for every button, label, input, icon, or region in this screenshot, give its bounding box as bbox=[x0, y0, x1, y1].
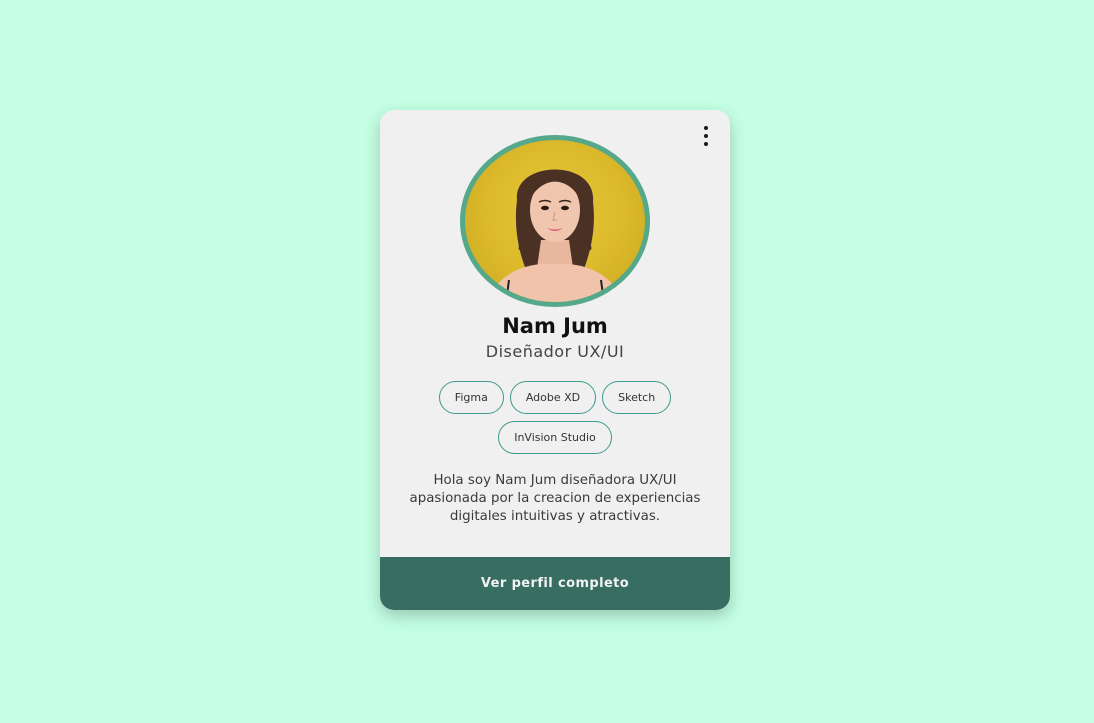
profile-role: Diseñador UX/UI bbox=[485, 342, 625, 361]
profile-name: Nam Jum bbox=[502, 314, 608, 338]
more-options-button[interactable] bbox=[698, 126, 714, 146]
skills-list: Figma Adobe XD Sketch InVision Studio bbox=[410, 381, 700, 454]
skill-chip-figma[interactable]: Figma bbox=[438, 381, 504, 414]
skill-chip-adobe-xd[interactable]: Adobe XD bbox=[509, 381, 597, 414]
more-vertical-icon-dot bbox=[704, 142, 708, 146]
avatar bbox=[460, 135, 650, 307]
more-vertical-icon bbox=[704, 126, 708, 130]
profile-card: Nam Jum Diseñador UX/UI Figma Adobe XD S… bbox=[380, 110, 730, 610]
skill-chip-invision-studio[interactable]: InVision Studio bbox=[498, 421, 612, 454]
view-full-profile-button[interactable]: Ver perfil completo bbox=[380, 557, 730, 610]
profile-photo bbox=[487, 169, 623, 302]
more-vertical-icon-dot bbox=[704, 134, 708, 138]
skill-chip-sketch[interactable]: Sketch bbox=[602, 381, 672, 414]
profile-bio: Hola soy Nam Jum diseñadora UX/UI apasio… bbox=[409, 473, 701, 524]
